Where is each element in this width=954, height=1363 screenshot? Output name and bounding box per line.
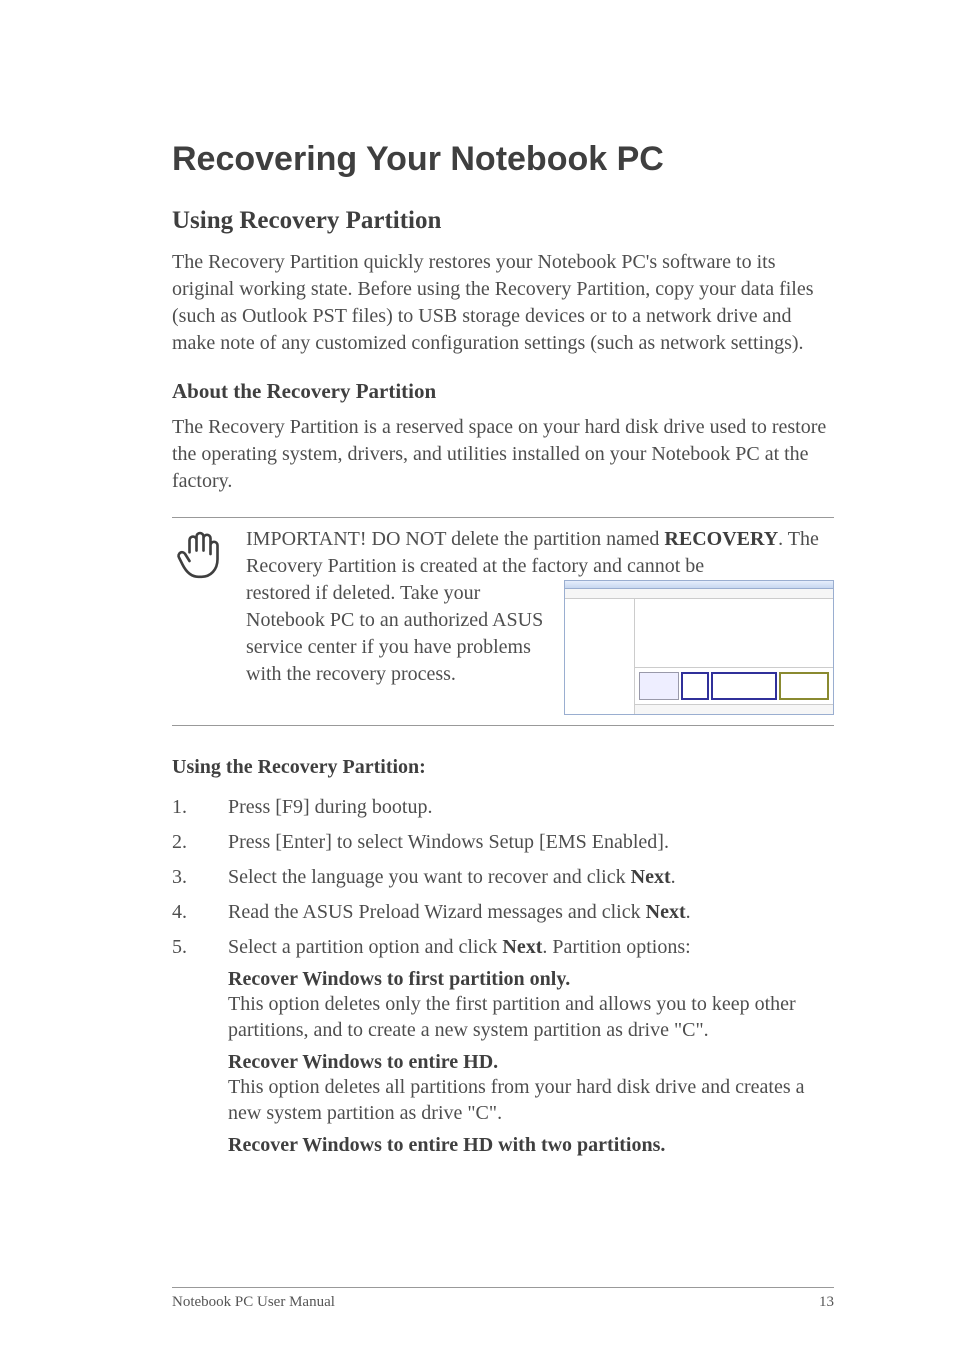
section-heading: Using Recovery Partition — [172, 207, 834, 235]
option-title: Recover Windows to entire HD. — [228, 1051, 834, 1074]
step-item: Read the ASUS Preload Wizard messages an… — [172, 898, 834, 927]
option-title: Recover Windows to entire HD with two pa… — [228, 1134, 834, 1157]
page-title: Recovering Your Notebook PC — [172, 140, 834, 179]
disk-management-screenshot — [564, 580, 834, 715]
footer-title: Notebook PC User Manual — [172, 1294, 335, 1311]
important-text-tail: restored if deleted. Take your Notebook … — [246, 580, 552, 715]
steps-list: Press [F9] during bootup. Press [Enter] … — [172, 793, 834, 962]
step-item: Press [Enter] to select Windows Setup [E… — [172, 828, 834, 857]
steps-heading: Using the Recovery Partition: — [172, 756, 834, 779]
option-desc: This option deletes only the first parti… — [228, 991, 834, 1043]
hand-stop-icon — [172, 526, 232, 586]
option-desc: This option deletes all partitions from … — [228, 1074, 834, 1126]
about-paragraph: The Recovery Partition is a reserved spa… — [172, 414, 834, 495]
intro-paragraph: The Recovery Partition quickly restores … — [172, 249, 834, 357]
page-number: 13 — [819, 1294, 834, 1311]
important-callout: IMPORTANT! DO NOT delete the partition n… — [172, 517, 834, 726]
page-footer: Notebook PC User Manual 13 — [172, 1287, 834, 1311]
important-text-lead: IMPORTANT! DO NOT delete the partition n… — [246, 528, 664, 550]
step-item: Press [F9] during bootup. — [172, 793, 834, 822]
step-item: Select a partition option and click Next… — [172, 933, 834, 962]
option-title: Recover Windows to first partition only. — [228, 968, 834, 991]
important-recovery-word: RECOVERY — [664, 528, 778, 550]
step-item: Select the language you want to recover … — [172, 863, 834, 892]
subsection-heading: About the Recovery Partition — [172, 379, 834, 404]
